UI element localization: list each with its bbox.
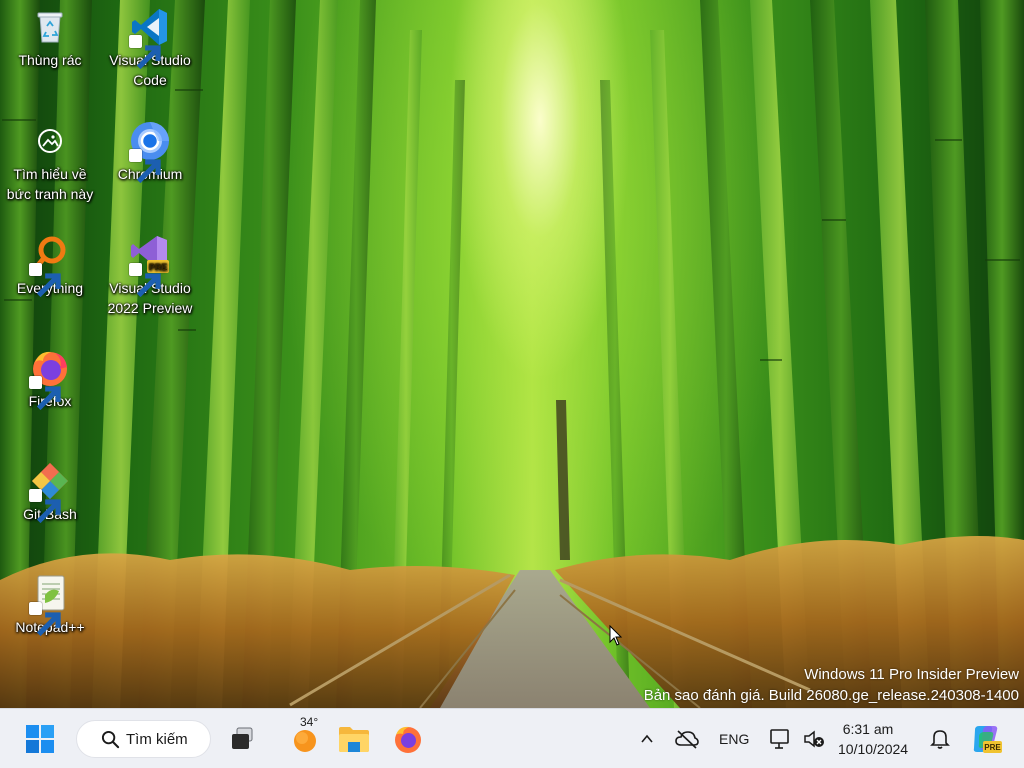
- shortcut-arrow-icon: [29, 489, 61, 524]
- clock-date: 10/10/2024: [838, 741, 909, 757]
- volume-button[interactable]: [800, 717, 828, 761]
- vscode-icon: [129, 6, 171, 70]
- file-explorer-icon: [339, 727, 369, 752]
- chevron-up-icon: [641, 734, 653, 743]
- desktop-icon-notepadpp[interactable]: Notepad++: [2, 573, 98, 637]
- watermark-build: Bản sao đánh giá. Build 26080.ge_release…: [643, 687, 1019, 704]
- desktop-icon-everything[interactable]: Everything: [2, 234, 98, 298]
- volume-muted-icon: [804, 730, 824, 748]
- taskbar: Tìm kiếm 34° ENG 6:31 am 10/10/2024 PRE: [0, 708, 1024, 768]
- firefox-icon: [395, 726, 421, 753]
- weather-temperature: 34°: [300, 715, 319, 729]
- chromium-icon: [129, 120, 171, 184]
- desktop-icon-label: Tìm hiểu về bức tranh này: [6, 166, 94, 202]
- taskbar-file-explorer[interactable]: [332, 717, 376, 761]
- desktop-icon-label: Thùng rác: [18, 52, 82, 68]
- recycle-bin-icon: [29, 6, 71, 48]
- start-button[interactable]: [18, 717, 62, 761]
- search-label: Tìm kiếm: [126, 730, 188, 748]
- shortcut-arrow-icon: [129, 35, 161, 70]
- desktop-icon-vscode[interactable]: Visual Studio Code: [102, 6, 198, 90]
- desktop-icon-git-bash[interactable]: Git Bash: [2, 460, 98, 524]
- desktop-icon-recycle-bin[interactable]: Thùng rác: [2, 6, 98, 70]
- shortcut-arrow-icon: [29, 263, 61, 298]
- evaluation-watermark: Windows 11 Pro Insider Preview Bản sao đ…: [644, 664, 1019, 706]
- weather-widget[interactable]: 34°: [280, 715, 330, 761]
- desktop-icon-firefox[interactable]: Firefox: [2, 347, 98, 411]
- desktop-icon-learn-about-picture[interactable]: Tìm hiểu về bức tranh này: [2, 120, 98, 204]
- input-language-indicator[interactable]: ENG: [719, 731, 749, 747]
- shortcut-arrow-icon: [29, 376, 61, 411]
- show-hidden-icons-button[interactable]: [634, 717, 660, 761]
- taskbar-firefox[interactable]: [386, 717, 430, 761]
- desktop-wallpaper: [0, 0, 1024, 708]
- visual-studio-preview-icon: PRE: [129, 234, 171, 298]
- git-bash-icon: [29, 460, 71, 524]
- network-status-button[interactable]: [766, 717, 798, 761]
- taskbar-clock[interactable]: 6:31 am 10/10/2024: [838, 719, 909, 759]
- cloud-offline-icon: [675, 730, 699, 749]
- everything-search-icon: [29, 234, 71, 298]
- firefox-icon: [29, 347, 71, 411]
- windows-logo-icon: [26, 725, 54, 753]
- watermark-edition: Windows 11 Pro Insider Preview: [804, 666, 1019, 683]
- task-view-icon: [232, 727, 253, 749]
- desktop-icon-chromium[interactable]: Chromium: [102, 120, 198, 184]
- network-disconnected-icon: [770, 729, 789, 749]
- onedrive-button[interactable]: [670, 717, 704, 761]
- clock-time: 6:31 am: [842, 721, 894, 737]
- dry-grass: [0, 536, 1024, 708]
- learn-about-picture-icon: [29, 120, 71, 162]
- copilot-pre-badge: PRE: [984, 743, 1001, 752]
- shortcut-arrow-icon: [129, 263, 161, 298]
- shortcut-arrow-icon: [129, 149, 161, 184]
- task-view-button[interactable]: [220, 717, 264, 761]
- taskbar-search-box[interactable]: Tìm kiếm: [76, 720, 211, 758]
- notifications-button[interactable]: [926, 717, 954, 761]
- shortcut-arrow-icon: [29, 602, 61, 637]
- copilot-icon: PRE: [973, 726, 1002, 753]
- bell-icon: [930, 730, 950, 749]
- search-icon: [101, 730, 120, 748]
- copilot-button[interactable]: PRE: [966, 717, 1006, 761]
- desktop-icon-visual-studio-preview[interactable]: PRE Visual Studio 2022 Preview: [102, 234, 198, 318]
- notepadpp-icon: [29, 573, 71, 637]
